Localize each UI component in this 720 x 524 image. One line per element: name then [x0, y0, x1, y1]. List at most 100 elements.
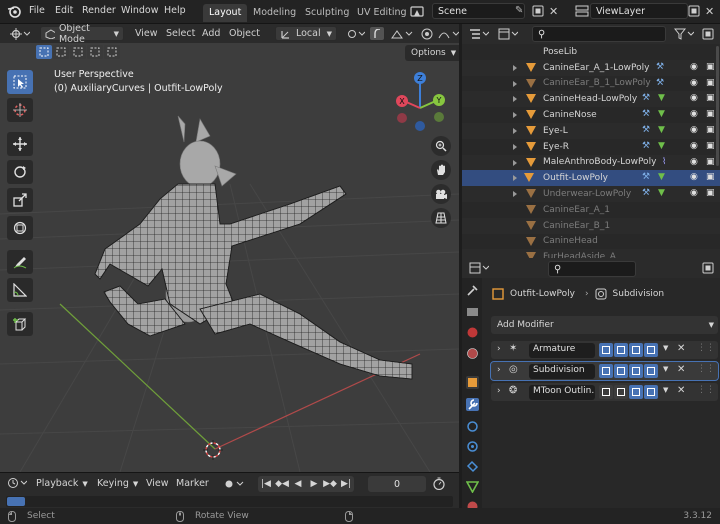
timeline-scrubber[interactable]	[6, 496, 453, 507]
modifier-menu-icon[interactable]: ▼	[663, 344, 668, 352]
playback-menu[interactable]: Playback ▼	[36, 478, 88, 489]
eye-icon[interactable]: ◉	[690, 172, 698, 182]
select-intersect-icon[interactable]	[104, 45, 120, 59]
expand-arrow-icon[interactable]	[513, 112, 517, 119]
timeline-view-menu[interactable]: View	[146, 478, 169, 489]
snap-target-icon[interactable]	[387, 26, 417, 41]
zoom-icon[interactable]	[431, 136, 451, 156]
rotate-tool[interactable]	[7, 160, 33, 184]
play-reverse-icon[interactable]: ◀	[290, 479, 306, 489]
modifier-name-field[interactable]: Armature	[529, 342, 595, 358]
marker-menu[interactable]: Marker	[176, 478, 209, 489]
render-camera-icon[interactable]: ▣	[706, 141, 715, 151]
pivot-icon[interactable]	[343, 26, 369, 41]
view-layer-icon[interactable]	[575, 5, 589, 17]
new-view-layer-icon[interactable]	[688, 5, 700, 17]
eye-icon[interactable]: ◉	[690, 93, 698, 103]
render-camera-icon[interactable]: ▣	[706, 172, 715, 182]
edit-cage-icon[interactable]	[599, 364, 613, 378]
add-cube-tool[interactable]	[7, 312, 33, 336]
menu-select[interactable]: Select	[162, 26, 199, 41]
snap-toggle-icon[interactable]	[369, 26, 385, 41]
delete-scene-icon[interactable]: ✕	[549, 5, 558, 18]
display-mode-icon[interactable]	[498, 28, 518, 40]
tab-modeling[interactable]: Modeling	[247, 4, 302, 22]
eye-icon[interactable]: ◉	[690, 78, 698, 88]
tab-sculpting[interactable]: Sculpting	[299, 4, 355, 22]
viewport-display-icon[interactable]	[629, 343, 643, 357]
remove-modifier-icon[interactable]: ✕	[677, 343, 685, 354]
eye-icon[interactable]: ◉	[690, 125, 698, 135]
falloff-icon[interactable]	[434, 26, 459, 41]
filter-icon[interactable]	[674, 28, 694, 40]
outliner-row[interactable]: CanineEar_B_1_LowPoly ⚒ ◉ ▣	[462, 76, 720, 92]
select-box-tool[interactable]	[7, 70, 33, 94]
outliner-row[interactable]: PoseLib	[462, 44, 720, 60]
view-layer-field[interactable]: ViewLayer	[590, 3, 688, 19]
eye-icon[interactable]: ◉	[690, 141, 698, 151]
tab-tool-icon[interactable]	[466, 284, 479, 297]
eye-icon[interactable]: ◉	[690, 109, 698, 119]
viewport-display-icon[interactable]	[629, 364, 643, 378]
remove-modifier-icon[interactable]: ✕	[677, 364, 685, 375]
select-extend-icon[interactable]	[53, 45, 69, 59]
current-frame-field[interactable]: 0	[368, 476, 426, 492]
properties-search-input[interactable]: ⚲	[548, 261, 636, 277]
expand-arrow-icon[interactable]	[513, 159, 517, 166]
tab-uv-editing[interactable]: UV Editing	[351, 4, 413, 22]
outliner-row[interactable]: Outfit-LowPoly ⚒ ▼ ◉ ▣	[462, 170, 720, 187]
editor-type-icon[interactable]	[6, 26, 34, 41]
drag-handle-icon[interactable]: ⋮⋮	[697, 364, 715, 374]
tab-render-icon[interactable]	[466, 305, 479, 318]
annotate-tool[interactable]	[7, 250, 33, 274]
render-camera-icon[interactable]: ▣	[706, 62, 715, 72]
pan-hand-icon[interactable]	[431, 160, 451, 180]
modifier-panel[interactable]: › ❂ MToon Outlin... ▼ ✕ ⋮⋮	[491, 383, 718, 401]
outliner-row[interactable]: Eye-L ⚒ ▼ ◉ ▣	[462, 123, 720, 139]
tab-object-icon[interactable]	[466, 376, 479, 389]
edit-mode-icon[interactable]	[614, 385, 628, 399]
tab-constraints-icon[interactable]	[466, 460, 479, 473]
menu-add[interactable]: Add	[198, 26, 224, 41]
keyframe-record-icon[interactable]	[224, 478, 244, 490]
stopwatch-icon[interactable]	[432, 477, 446, 490]
expand-arrow-icon[interactable]	[513, 143, 517, 150]
tab-modifiers-icon[interactable]	[466, 398, 479, 411]
modifier-name-field[interactable]: Subdivision	[529, 363, 595, 379]
tab-scene-icon[interactable]	[466, 326, 479, 339]
scale-tool[interactable]	[7, 188, 33, 212]
render-display-icon[interactable]	[644, 385, 658, 399]
expand-chevron-icon[interactable]: ›	[497, 365, 501, 375]
edit-cage-icon[interactable]	[599, 385, 613, 399]
expand-arrow-icon[interactable]	[513, 80, 517, 87]
expand-arrow-icon[interactable]	[513, 128, 517, 134]
render-display-icon[interactable]	[644, 364, 658, 378]
perspective-grid-icon[interactable]	[431, 208, 451, 228]
select-invert-icon[interactable]	[87, 45, 103, 59]
outliner-scrollbar[interactable]	[716, 46, 719, 166]
menu-window[interactable]: Window	[121, 5, 158, 16]
menu-render[interactable]: Render	[82, 5, 116, 16]
menu-help[interactable]: Help	[164, 5, 186, 16]
modifier-name-field[interactable]: MToon Outlin...	[529, 384, 595, 400]
outliner-row[interactable]: CanineEar_A_1	[462, 202, 720, 218]
menu-view[interactable]: View	[131, 26, 162, 41]
options-dropdown[interactable]: Options ▼	[405, 45, 459, 61]
next-keyframe-icon[interactable]: ▶◆	[322, 479, 338, 489]
modifier-menu-icon[interactable]: ▼	[663, 365, 668, 373]
render-camera-icon[interactable]: ▣	[706, 93, 715, 103]
eye-icon[interactable]: ◉	[690, 188, 698, 198]
new-collection-icon[interactable]	[702, 28, 714, 40]
pin-icon[interactable]: ✎	[515, 5, 523, 16]
properties-editor-icon[interactable]	[469, 262, 489, 274]
cursor-tool[interactable]	[7, 98, 33, 122]
play-icon[interactable]: ▶	[306, 479, 322, 489]
timeline-editor-icon[interactable]	[7, 477, 27, 489]
eye-icon[interactable]: ◉	[690, 157, 698, 167]
outliner-search-input[interactable]: ⚲	[532, 26, 666, 42]
prev-keyframe-icon[interactable]: ◆◀	[274, 479, 290, 489]
tab-physics-icon[interactable]	[466, 440, 479, 453]
render-camera-icon[interactable]: ▣	[706, 78, 715, 88]
move-tool[interactable]	[7, 132, 33, 156]
expand-chevron-icon[interactable]: ›	[497, 344, 501, 354]
